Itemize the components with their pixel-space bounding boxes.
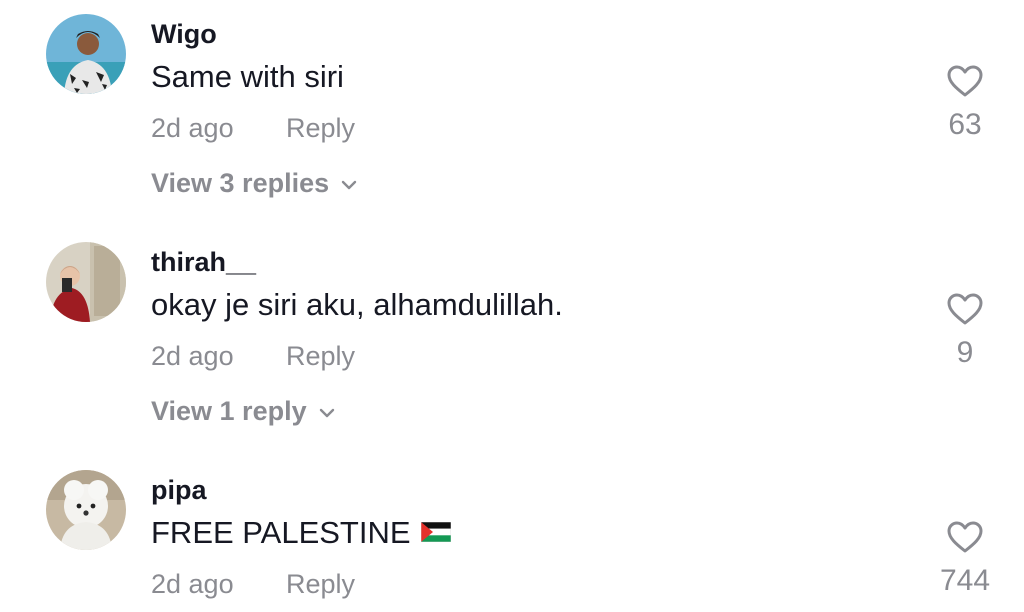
comment-item: thirah__ okay je siri aku, alhamdulillah…: [0, 228, 1024, 458]
comment-text: Same with siri: [151, 59, 344, 94]
reply-button[interactable]: Reply: [286, 568, 355, 600]
user-avatar[interactable]: [46, 242, 126, 322]
comment-meta: 2d ago Reply: [151, 568, 355, 600]
comment-text: okay je siri aku, alhamdulillah.: [151, 287, 563, 322]
like-button[interactable]: 9: [930, 292, 1000, 370]
view-replies-label: View 3 replies: [151, 168, 330, 198]
palestine-flag-icon: [420, 521, 451, 542]
username[interactable]: pipa: [151, 474, 207, 506]
avatar-image-icon: [46, 470, 126, 550]
avatar-image-icon: [46, 242, 126, 322]
username[interactable]: thirah__: [151, 246, 256, 278]
comment-item: Wigo Same with siri 2d ago Reply View 3 …: [0, 0, 1024, 230]
comment-text: FREE PALESTINE: [151, 515, 451, 551]
view-replies-button[interactable]: View 3 replies: [151, 167, 357, 199]
like-count: 9: [956, 336, 974, 369]
comment-meta: 2d ago Reply: [151, 340, 355, 372]
avatar-image-icon: [46, 14, 126, 94]
heart-icon: [947, 65, 983, 97]
like-button[interactable]: 63: [930, 64, 1000, 142]
timestamp: 2d ago: [151, 341, 234, 371]
chevron-down-icon: [319, 408, 334, 418]
like-count: 744: [939, 564, 991, 597]
like-count: 63: [948, 108, 982, 141]
user-avatar[interactable]: [46, 470, 126, 550]
heart-icon: [947, 521, 983, 553]
timestamp: 2d ago: [151, 113, 234, 143]
comment-text-content: FREE PALESTINE: [151, 515, 411, 550]
view-replies-label: View 1 reply: [151, 396, 307, 426]
comment-item: pipa FREE PALESTINE 2d ago Reply 744: [0, 456, 1024, 612]
chevron-down-icon: [341, 180, 357, 190]
timestamp: 2d ago: [151, 569, 234, 599]
heart-icon: [947, 293, 983, 325]
user-avatar[interactable]: [46, 14, 126, 94]
reply-button[interactable]: Reply: [286, 340, 355, 372]
reply-button[interactable]: Reply: [286, 112, 355, 144]
like-button[interactable]: 744: [930, 520, 1000, 598]
comment-meta: 2d ago Reply: [151, 112, 355, 144]
username[interactable]: Wigo: [151, 18, 217, 50]
view-replies-button[interactable]: View 1 reply: [151, 395, 335, 427]
